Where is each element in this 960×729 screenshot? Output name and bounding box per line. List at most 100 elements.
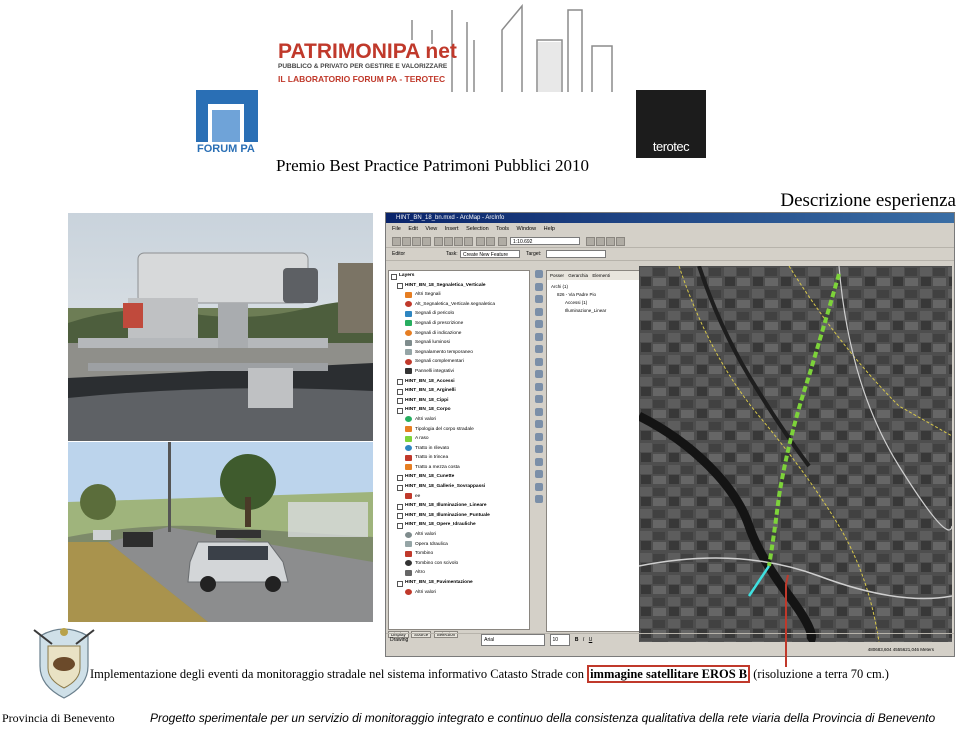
toc-root-layers[interactable]: Layers (389, 271, 529, 281)
toc-legend-item[interactable]: Tratto in trincea (389, 453, 529, 463)
menu-tools[interactable]: Tools (496, 226, 509, 232)
toc-layer[interactable]: HINT_BN_18_Opere_Idrauliche (389, 520, 529, 530)
toc-layer[interactable]: HINT_BN_18_Cippi (389, 396, 529, 406)
toc-layer[interactable]: HINT_BN_18_Gallerie_Sovrappassi (389, 482, 529, 492)
toc-layer[interactable]: HINT_BN_18_Cunette (389, 472, 529, 482)
toc-legend-item[interactable]: ee (389, 492, 529, 502)
fixed-zoom-out-icon[interactable] (535, 307, 543, 316)
toc-legend-item[interactable]: Segnali complementari (389, 357, 529, 367)
toc-layer[interactable]: HINT_BN_18_Segnaletica_Verticale (389, 281, 529, 291)
forward-icon[interactable] (535, 357, 543, 366)
tab-posser[interactable]: Posser (550, 273, 564, 278)
toc-legend-item[interactable]: Tratto a mezza costa (389, 463, 529, 473)
menu-view[interactable]: View (425, 226, 437, 232)
toc-legend-item[interactable]: Tombino con scivolo (389, 559, 529, 569)
measure-icon[interactable] (535, 420, 543, 428)
copy-icon[interactable] (444, 237, 453, 246)
toc-legend-item[interactable]: Tratto in rilevato (389, 444, 529, 454)
toc-legend-item[interactable]: Altri valori (389, 530, 529, 540)
toc-legend-item[interactable]: Tipologia del corpo stradale (389, 425, 529, 435)
open-icon[interactable] (402, 237, 411, 246)
undo-icon[interactable] (476, 237, 485, 246)
time-slider-icon[interactable] (535, 495, 543, 503)
zoom-out-icon[interactable] (535, 282, 543, 291)
menu-window[interactable]: Window (517, 226, 537, 232)
find-icon[interactable] (535, 407, 543, 416)
new-icon[interactable] (392, 237, 401, 246)
ruler-icon[interactable] (535, 482, 543, 491)
toc-legend-item[interactable]: A raso (389, 434, 529, 444)
toc-legend-item[interactable]: Segnali luminosi (389, 338, 529, 348)
tree-item-illuminazione[interactable]: Illuminazione_Linear (565, 308, 606, 313)
toc-layer[interactable]: HINT_BN_18_Corpo (389, 405, 529, 415)
paste-icon[interactable] (454, 237, 463, 246)
toc-legend-item[interactable]: Altri valori (389, 415, 529, 425)
redo-icon[interactable] (486, 237, 495, 246)
toc-checkbox[interactable] (397, 513, 403, 520)
delete-icon[interactable] (464, 237, 473, 246)
hyperlink-icon[interactable] (535, 432, 543, 441)
back-icon[interactable] (535, 345, 543, 353)
editor-toolbar-icon[interactable] (586, 237, 595, 246)
zoom-in-icon[interactable] (535, 270, 543, 278)
identify-icon[interactable] (535, 395, 543, 403)
full-extent-icon[interactable] (535, 332, 543, 341)
toc-checkbox[interactable] (397, 283, 403, 290)
info-icon[interactable] (535, 457, 543, 466)
menu-help[interactable]: Help (544, 226, 555, 232)
toc-legend-item[interactable]: Altri valori (389, 588, 529, 598)
bold-icon[interactable]: B (575, 637, 579, 643)
tree-item-road[interactable]: 826 - Via Padre Pio (557, 292, 596, 297)
toc-checkbox[interactable] (397, 398, 403, 405)
menu-selection[interactable]: Selection (466, 226, 489, 232)
tree-item-archi[interactable]: Archi (1) (551, 284, 568, 289)
binoculars-icon[interactable] (535, 470, 543, 478)
drawing-menu[interactable]: Drawing (390, 637, 408, 643)
toc-legend-item[interactable]: Segnalamento temporaneo (389, 348, 529, 358)
save-icon[interactable] (412, 237, 421, 246)
tab-elementi[interactable]: Elementi (592, 273, 610, 278)
toc-layer[interactable]: HINT_BN_18_Accessi (389, 377, 529, 387)
toc-legend-item[interactable]: Alt_Segnaletica_Verticale.segnaletica (389, 300, 529, 310)
underline-icon[interactable]: U (589, 637, 593, 643)
toc-legend-item[interactable]: Tombino (389, 549, 529, 559)
select-elements-icon[interactable] (535, 382, 543, 391)
toc-legend-item[interactable]: Altri Segnali (389, 290, 529, 300)
tab-gerarchia[interactable]: Gerarchia (568, 273, 588, 278)
command-line-icon[interactable] (606, 237, 615, 246)
task-dropdown[interactable]: Create New Feature (460, 250, 520, 258)
toc-layer[interactable]: HINT_BN_18_Arginelli (389, 386, 529, 396)
toc-checkbox[interactable] (397, 580, 403, 587)
tree-item-accessi[interactable]: Accessi (1) (565, 300, 587, 305)
menu-insert[interactable]: Insert (445, 226, 459, 232)
target-dropdown[interactable] (546, 250, 606, 258)
toc-checkbox[interactable] (397, 388, 403, 395)
toc-checkbox[interactable] (397, 407, 403, 414)
toc-checkbox[interactable] (397, 484, 403, 491)
arctoolbox-icon[interactable] (596, 237, 605, 246)
toc-legend-item[interactable]: Altro (389, 568, 529, 578)
editor-menu[interactable]: Editor (392, 249, 405, 259)
italic-icon[interactable]: I (583, 637, 584, 643)
cut-icon[interactable] (434, 237, 443, 246)
menu-edit[interactable]: Edit (408, 226, 417, 232)
globe-icon[interactable] (535, 445, 543, 453)
toc-legend-item[interactable]: Segnali di prescrizione (389, 319, 529, 329)
toc-checkbox[interactable] (397, 503, 403, 510)
select-features-icon[interactable] (535, 370, 543, 378)
toc-legend-item[interactable]: Segnali di pericolo (389, 309, 529, 319)
fixed-zoom-in-icon[interactable] (535, 295, 543, 303)
add-data-icon[interactable] (498, 237, 507, 246)
scale-field[interactable]: 1:10.692 (510, 237, 580, 245)
toc-legend-item[interactable]: Segnali di indicazione (389, 329, 529, 339)
toc-layer[interactable]: HINT_BN_18_Illuminazione_Lineare (389, 501, 529, 511)
toc-checkbox[interactable] (397, 522, 403, 529)
toc-checkbox[interactable] (397, 474, 403, 481)
toc-legend-item[interactable]: Pannelli integrativi (389, 367, 529, 377)
help-icon[interactable] (616, 237, 625, 246)
toc-checkbox[interactable] (391, 273, 397, 280)
toc-layer[interactable]: HINT_BN_18_Pavimentazione (389, 578, 529, 588)
menu-file[interactable]: File (392, 226, 401, 232)
print-icon[interactable] (422, 237, 431, 246)
pan-icon[interactable] (535, 320, 543, 328)
